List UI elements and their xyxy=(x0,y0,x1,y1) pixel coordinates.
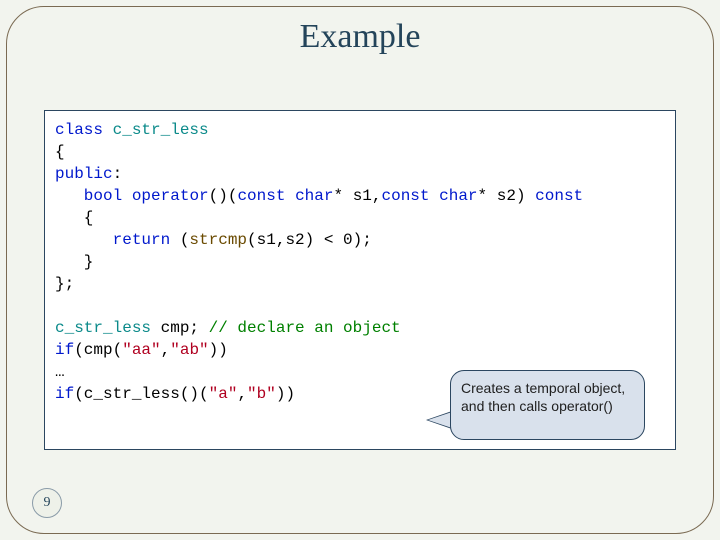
str-lit: "a" xyxy=(209,385,238,403)
punct: : xyxy=(113,165,123,183)
code-line: { xyxy=(55,209,93,227)
str-lit: "ab" xyxy=(170,341,208,359)
str-lit: "b" xyxy=(247,385,276,403)
txt: , xyxy=(237,385,247,403)
kw-char: char xyxy=(439,187,477,205)
txt: (c_str_less()( xyxy=(74,385,208,403)
punct: ()( xyxy=(209,187,238,205)
kw-char: char xyxy=(295,187,333,205)
callout-text: Creates a temporal object, and then call… xyxy=(461,380,625,414)
kw-bool: bool xyxy=(55,187,122,205)
class-name: c_str_less xyxy=(103,121,209,139)
kw-return: return xyxy=(55,231,170,249)
class-name: c_str_less xyxy=(55,319,151,337)
code-block: class c_str_less { public: bool operator… xyxy=(55,119,665,405)
kw-class: class xyxy=(55,121,103,139)
comment: // declare an object xyxy=(209,319,401,337)
txt: )) xyxy=(276,385,295,403)
txt: , xyxy=(161,341,171,359)
callout-tail xyxy=(428,412,452,428)
str-lit: "aa" xyxy=(122,341,160,359)
kw-if: if xyxy=(55,385,74,403)
callout-bubble: Creates a temporal object, and then call… xyxy=(450,370,645,440)
txt: ( xyxy=(170,231,189,249)
slide-title: Example xyxy=(0,18,720,56)
code-line: { xyxy=(55,143,65,161)
kw-public: public xyxy=(55,165,113,183)
txt: * s1, xyxy=(333,187,381,205)
kw-const: const xyxy=(382,187,430,205)
txt: (cmp( xyxy=(74,341,122,359)
fn-strcmp: strcmp xyxy=(189,231,247,249)
slide: Example class c_str_less { public: bool … xyxy=(0,0,720,540)
txt: (s1,s2) < 0); xyxy=(247,231,372,249)
sp xyxy=(285,187,295,205)
kw-const: const xyxy=(535,187,583,205)
txt: * s2) xyxy=(478,187,536,205)
kw-if: if xyxy=(55,341,74,359)
ellipsis: … xyxy=(55,363,65,381)
sp xyxy=(122,187,132,205)
blank-line xyxy=(55,297,65,315)
txt: cmp; xyxy=(151,319,209,337)
page-number: 9 xyxy=(32,488,62,518)
kw-operator: operator xyxy=(132,187,209,205)
kw-const: const xyxy=(237,187,285,205)
code-line: }; xyxy=(55,275,74,293)
txt: )) xyxy=(209,341,228,359)
code-line: } xyxy=(55,253,93,271)
sp xyxy=(430,187,440,205)
